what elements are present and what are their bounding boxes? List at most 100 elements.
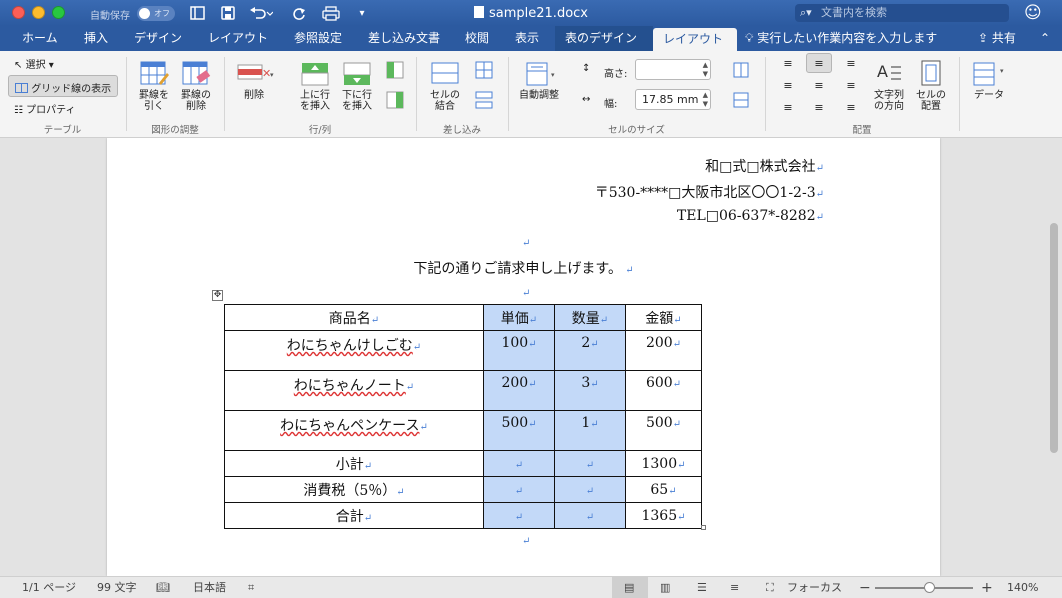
summary-amount-cell[interactable]: 65↵ — [625, 476, 702, 503]
eraser-button[interactable]: 罫線の 削除 — [178, 59, 214, 112]
select-button[interactable]: ↖︎ 選択 ▾ — [14, 56, 54, 71]
summary-amount-cell[interactable]: 1365↵ — [625, 502, 702, 529]
empty-cell[interactable]: ↵ — [483, 476, 555, 503]
empty-cell[interactable]: ↵ — [554, 450, 626, 477]
align-bottom-center-icon[interactable]: ≡ — [806, 97, 832, 117]
tab-mailings[interactable]: 差し込み文書 — [358, 26, 450, 51]
tab-review[interactable]: 校閲 — [455, 26, 499, 51]
outline-view-icon[interactable]: ☰ — [697, 577, 707, 598]
view-gridlines-button[interactable]: グリッド線の表示 — [8, 75, 118, 97]
delete-button[interactable]: ✕ ▾ 削除 — [232, 59, 276, 101]
summary-label-cell[interactable]: 消費税（5％）↵ — [224, 476, 484, 503]
tab-layout[interactable]: レイアウト — [198, 26, 278, 51]
print-layout-icon: ▤ — [624, 581, 635, 594]
align-top-center-icon[interactable]: ≡ — [806, 53, 832, 73]
height-stepper[interactable]: ▲ ▼ — [703, 61, 708, 79]
cell-price[interactable]: 200↵ — [483, 370, 555, 411]
focus-icon[interactable]: ⛶ — [766, 577, 774, 598]
cell-amount[interactable]: 500↵ — [625, 410, 702, 451]
align-middle-left-icon[interactable]: ≡ — [775, 75, 801, 95]
align-bottom-left-icon[interactable]: ≡ — [775, 97, 801, 117]
share-button[interactable]: ⇪ 共有 — [978, 26, 1016, 51]
invoice-table[interactable]: 商品名↵ 単価↵ 数量↵ 金額↵ わにちゃんけしごむ↵ 100↵ 2↵ 200↵… — [224, 304, 702, 529]
summary-amount-cell[interactable]: 1300↵ — [625, 450, 702, 477]
autofit-button[interactable]: ▾ 自動調整 — [514, 59, 564, 101]
word-count[interactable]: 99 文字 — [97, 577, 137, 598]
split-cells-icon[interactable] — [475, 61, 493, 82]
empty-cell[interactable]: ↵ — [554, 502, 626, 529]
collapse-ribbon-icon[interactable]: ⌃ — [1040, 26, 1050, 51]
track-changes-icon[interactable]: ⌗ — [248, 577, 254, 598]
tab-table-layout[interactable]: レイアウト — [653, 28, 737, 51]
summary-label-cell[interactable]: 合計↵ — [224, 502, 484, 529]
empty-cell[interactable]: ↵ — [483, 502, 555, 529]
cell-qty[interactable]: 1↵ — [554, 410, 626, 451]
column-width-field[interactable]: 17.85 mm ▲ ▼ — [635, 89, 711, 110]
split-table-icon[interactable] — [475, 91, 493, 112]
feedback-smiley-icon[interactable]: ☺ — [1024, 3, 1042, 23]
search-input[interactable]: ⌕▾ 文書内を検索 — [795, 4, 1009, 22]
insert-row-below-button[interactable]: 下に行 を挿入 — [338, 59, 376, 112]
align-top-right-icon[interactable]: ≡ — [838, 53, 864, 73]
insert-row-above-button[interactable]: 上に行 を挿入 — [296, 59, 334, 112]
zoom-out-button[interactable]: − — [859, 577, 871, 598]
tab-view[interactable]: 表示 — [505, 26, 549, 51]
row-height-field[interactable]: ▲ ▼ — [635, 59, 711, 80]
cell-mark: ↵ — [412, 342, 422, 353]
merge-cells-button[interactable]: セルの 結合 — [424, 59, 466, 112]
tab-insert[interactable]: 挿入 — [74, 26, 118, 51]
web-layout-icon[interactable]: ▥ — [660, 577, 670, 598]
empty-cell[interactable]: ↵ — [554, 476, 626, 503]
product-name: わにちゃんペンケース — [280, 418, 420, 434]
data-button[interactable]: ▾ データ — [966, 59, 1012, 101]
zoom-level[interactable]: 140% — [1007, 577, 1038, 598]
insert-left-icon[interactable] — [386, 61, 404, 82]
focus-mode-button[interactable]: フォーカス — [787, 577, 842, 598]
cell-margins-button[interactable]: セルの 配置 — [912, 59, 950, 112]
tab-references[interactable]: 参照設定 — [284, 26, 352, 51]
header-price[interactable]: 単価↵ — [483, 304, 555, 331]
table-move-handle[interactable]: ✥ — [212, 290, 223, 301]
zoom-in-button[interactable]: + — [981, 577, 993, 598]
print-layout-view-button[interactable]: ▤ — [612, 577, 648, 598]
align-middle-center-icon[interactable]: ≡ — [806, 75, 832, 95]
header-amount[interactable]: 金額↵ — [625, 304, 702, 331]
summary-label-cell[interactable]: 小計↵ — [224, 450, 484, 477]
zoom-slider-knob[interactable] — [924, 582, 935, 593]
cell-qty[interactable]: 3↵ — [554, 370, 626, 411]
header-product[interactable]: 商品名↵ — [224, 304, 484, 331]
language[interactable]: 日本語 — [193, 577, 226, 598]
draft-view-icon[interactable]: ≡ — [730, 577, 739, 598]
width-stepper[interactable]: ▲ ▼ — [703, 91, 708, 109]
tab-table-design[interactable]: 表のデザイン — [555, 26, 653, 51]
align-top-left-icon[interactable]: ≡ — [775, 53, 801, 73]
page-count[interactable]: 1/1 ページ — [22, 577, 76, 598]
cell-qty[interactable]: 2↵ — [554, 330, 626, 371]
document-page[interactable]: 和□式□株式会社↵ 〒530-****□大阪市北区〇〇1-2-3↵ TEL□06… — [107, 138, 940, 576]
cell-product[interactable]: わにちゃんけしごむ↵ — [224, 330, 484, 371]
tell-me-box[interactable]: 💡︎ 実行したい作業内容を入力します — [745, 26, 937, 51]
scrollbar-thumb[interactable] — [1050, 223, 1058, 453]
draw-table-button[interactable]: 罫線を 引く — [136, 59, 172, 112]
merge-cells-icon — [431, 62, 459, 84]
cell-price[interactable]: 500↵ — [483, 410, 555, 451]
text-direction-button[interactable]: A 文字列 の方向 — [870, 59, 908, 112]
document-canvas[interactable]: 和□式□株式会社↵ 〒530-****□大阪市北区〇〇1-2-3↵ TEL□06… — [0, 138, 1062, 576]
empty-cell[interactable]: ↵ — [483, 450, 555, 477]
proofing-icon[interactable]: 📖︎ — [156, 577, 170, 598]
cell-product[interactable]: わにちゃんノート↵ — [224, 370, 484, 411]
cell-product[interactable]: わにちゃんペンケース↵ — [224, 410, 484, 451]
table-resize-handle[interactable] — [701, 525, 706, 530]
insert-right-icon[interactable] — [386, 91, 404, 112]
distribute-rows-icon[interactable] — [732, 91, 750, 112]
cell-amount[interactable]: 200↵ — [625, 330, 702, 371]
properties-button[interactable]: ☷ プロパティ — [14, 101, 76, 116]
cell-amount[interactable]: 600↵ — [625, 370, 702, 411]
header-qty[interactable]: 数量↵ — [554, 304, 626, 331]
cell-price[interactable]: 100↵ — [483, 330, 555, 371]
tab-home[interactable]: ホーム — [12, 26, 68, 51]
align-middle-right-icon[interactable]: ≡ — [838, 75, 864, 95]
align-bottom-right-icon[interactable]: ≡ — [838, 97, 864, 117]
tab-design[interactable]: デザイン — [124, 26, 192, 51]
distribute-columns-icon[interactable] — [732, 61, 750, 82]
